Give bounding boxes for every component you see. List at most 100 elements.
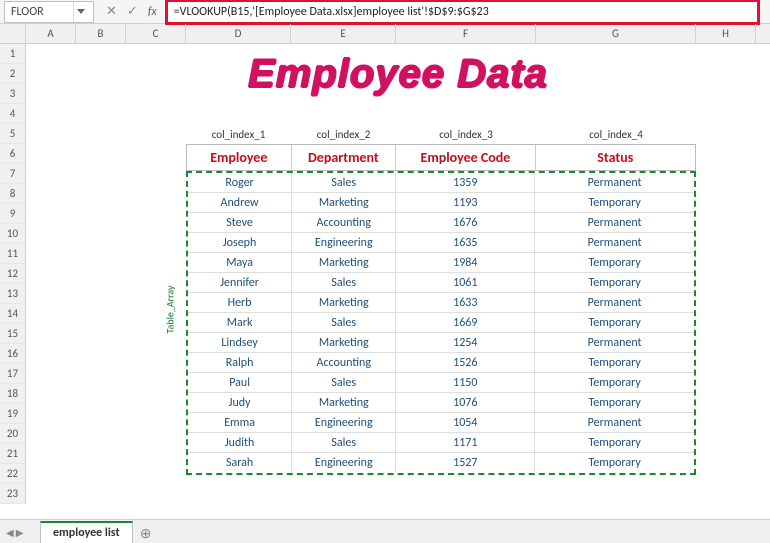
table-cell[interactable]: Roger (188, 173, 292, 192)
table-row[interactable]: RogerSales1359Permanent (188, 173, 694, 193)
table-cell[interactable]: Engineering (292, 453, 396, 473)
table-cell[interactable]: Paul (188, 373, 292, 392)
table-cell[interactable]: 1527 (396, 453, 535, 473)
table-row[interactable]: SarahEngineering1527Temporary (188, 453, 694, 473)
table-cell[interactable]: Marketing (292, 193, 396, 212)
table-row[interactable]: JudithSales1171Temporary (188, 433, 694, 453)
table-cell[interactable]: Judith (188, 433, 292, 452)
table-cell[interactable]: Sales (292, 433, 396, 452)
table-row[interactable]: MayaMarketing1984Temporary (188, 253, 694, 273)
table-row[interactable]: PaulSales1150Temporary (188, 373, 694, 393)
table-cell[interactable]: Temporary (535, 433, 694, 452)
row-header[interactable]: 1 (0, 44, 25, 64)
table-cell[interactable]: 1635 (396, 233, 535, 252)
table-cell[interactable]: 1061 (396, 273, 535, 292)
table-cell[interactable]: Marketing (292, 293, 396, 312)
row-header[interactable]: 8 (0, 184, 25, 204)
row-header[interactable]: 11 (0, 244, 25, 264)
table-cell[interactable]: Maya (188, 253, 292, 272)
table-cell[interactable]: Permanent (535, 213, 694, 232)
table-cell[interactable]: Marketing (292, 393, 396, 412)
row-header[interactable]: 10 (0, 224, 25, 244)
table-cell[interactable]: Ralph (188, 353, 292, 372)
column-header[interactable]: F (396, 24, 536, 43)
table-cell[interactable]: Andrew (188, 193, 292, 212)
row-header[interactable]: 9 (0, 204, 25, 224)
column-header[interactable]: B (76, 24, 126, 43)
cancel-icon[interactable]: ✕ (106, 4, 117, 19)
table-cell[interactable]: Marketing (292, 333, 396, 352)
sheet-tab-active[interactable]: employee list (40, 521, 133, 543)
table-cell[interactable]: Temporary (535, 453, 694, 473)
tab-next-icon[interactable]: ▶ (16, 526, 24, 539)
table-cell[interactable]: Judy (188, 393, 292, 412)
table-cell[interactable]: 1633 (396, 293, 535, 312)
row-header[interactable]: 6 (0, 144, 25, 164)
table-cell[interactable]: Permanent (535, 173, 694, 192)
table-cell[interactable]: Permanent (535, 233, 694, 252)
table-cell[interactable]: 1526 (396, 353, 535, 372)
row-header[interactable]: 23 (0, 484, 25, 504)
table-cell[interactable]: 1171 (396, 433, 535, 452)
table-cell[interactable]: 1669 (396, 313, 535, 332)
table-cell[interactable]: Steve (188, 213, 292, 232)
table-row[interactable]: MarkSales1669Temporary (188, 313, 694, 333)
table-cell[interactable]: Mark (188, 313, 292, 332)
table-cell[interactable]: Temporary (535, 273, 694, 292)
row-header[interactable]: 3 (0, 84, 25, 104)
row-header[interactable]: 7 (0, 164, 25, 184)
table-cell[interactable]: 1676 (396, 213, 535, 232)
column-header[interactable]: G (536, 24, 696, 43)
table-row[interactable]: LindseyMarketing1254Permanent (188, 333, 694, 353)
table-row[interactable]: JenniferSales1061Temporary (188, 273, 694, 293)
grid-area[interactable]: 1 2 3 4 5 6 7 8 9 10 11 12 13 14 15 16 1… (0, 44, 770, 519)
table-cell[interactable]: Sales (292, 373, 396, 392)
column-header[interactable]: A (26, 24, 76, 43)
row-header[interactable]: 14 (0, 304, 25, 324)
table-cell[interactable]: Herb (188, 293, 292, 312)
table-cell[interactable]: Temporary (535, 353, 694, 372)
row-header[interactable]: 20 (0, 424, 25, 444)
row-header[interactable]: 19 (0, 404, 25, 424)
table-cell[interactable]: 1193 (396, 193, 535, 212)
table-cell[interactable]: Sales (292, 273, 396, 292)
table-cell[interactable]: Temporary (535, 393, 694, 412)
add-sheet-button[interactable]: ⊕ (135, 523, 157, 543)
enter-icon[interactable]: ✓ (127, 4, 138, 19)
column-header[interactable]: H (696, 24, 756, 43)
table-row[interactable]: AndrewMarketing1193Temporary (188, 193, 694, 213)
table-cell[interactable]: Temporary (535, 373, 694, 392)
select-all-corner[interactable] (0, 24, 26, 43)
column-header[interactable]: E (291, 24, 396, 43)
table-cell[interactable]: Joseph (188, 233, 292, 252)
table-row[interactable]: EmmaEngineering1054Permanent (188, 413, 694, 433)
table-row[interactable]: SteveAccounting1676Permanent (188, 213, 694, 233)
row-header[interactable]: 16 (0, 344, 25, 364)
table-cell[interactable]: Temporary (535, 313, 694, 332)
row-header[interactable]: 17 (0, 364, 25, 384)
table-cell[interactable]: Sarah (188, 453, 292, 473)
table-row[interactable]: JudyMarketing1076Temporary (188, 393, 694, 413)
table-cell[interactable]: Engineering (292, 233, 396, 252)
table-cell[interactable]: 1984 (396, 253, 535, 272)
row-header[interactable]: 22 (0, 464, 25, 484)
row-header[interactable]: 21 (0, 444, 25, 464)
row-header[interactable]: 5 (0, 124, 25, 144)
table-cell[interactable]: Accounting (292, 353, 396, 372)
column-header[interactable]: C (126, 24, 186, 43)
table-cell[interactable]: Sales (292, 313, 396, 332)
table-cell[interactable]: Sales (292, 173, 396, 192)
table-row[interactable]: RalphAccounting1526Temporary (188, 353, 694, 373)
table-cell[interactable]: Permanent (535, 333, 694, 352)
table-cell[interactable]: Permanent (535, 413, 694, 432)
tab-prev-icon[interactable]: ◀ (6, 526, 14, 539)
table-cell[interactable]: Emma (188, 413, 292, 432)
name-box[interactable]: FLOOR (4, 1, 94, 23)
table-cell[interactable]: Permanent (535, 293, 694, 312)
table-cell[interactable]: 1054 (396, 413, 535, 432)
row-header[interactable]: 2 (0, 64, 25, 84)
formula-input[interactable]: =VLOOKUP(B15,'[Employee Data.xlsx]employ… (165, 0, 760, 25)
row-header[interactable]: 4 (0, 104, 25, 124)
table-cell[interactable]: Temporary (535, 253, 694, 272)
table-cell[interactable]: Engineering (292, 413, 396, 432)
